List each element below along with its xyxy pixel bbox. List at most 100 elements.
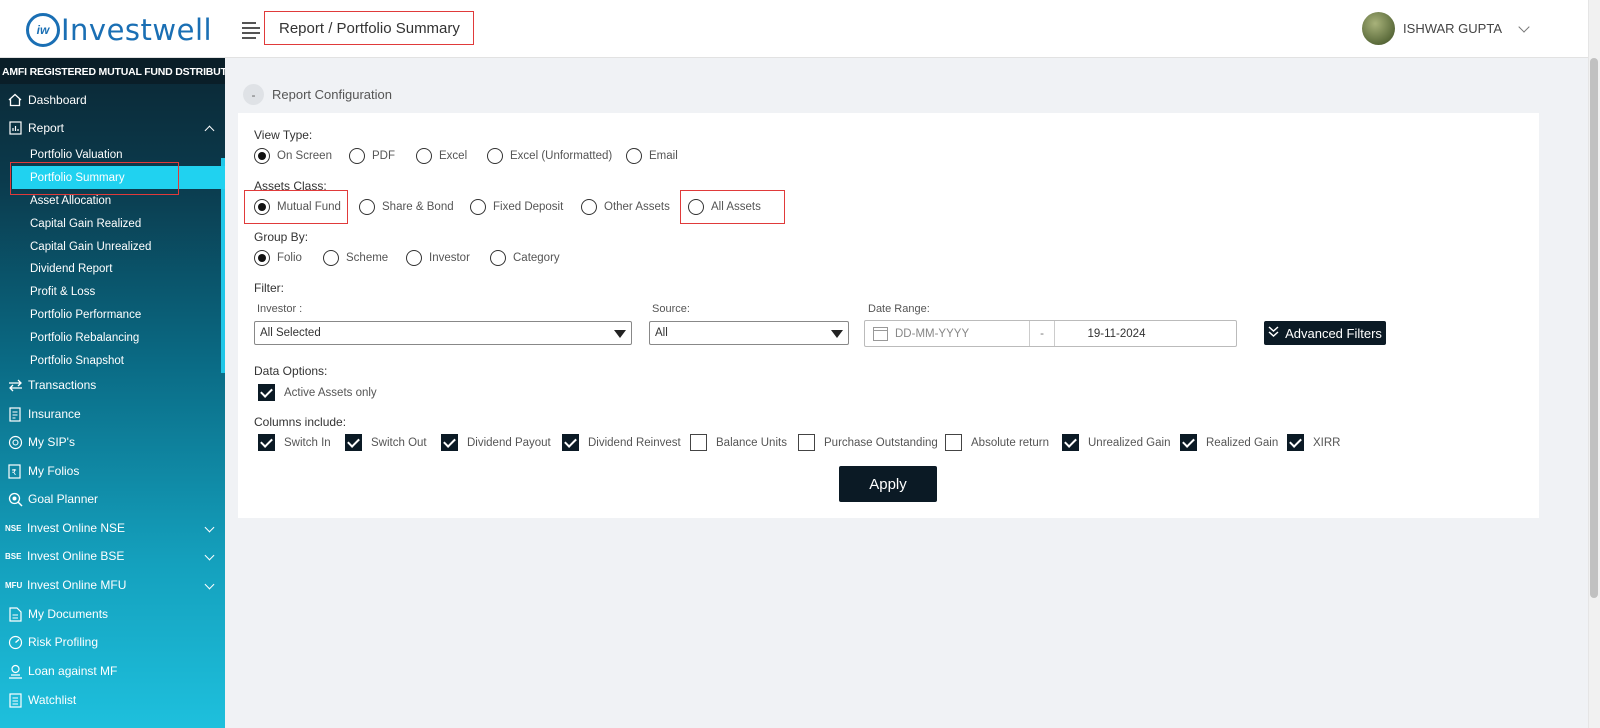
sidebar-subitem-dividend-report[interactable]: Dividend Report (30, 258, 112, 280)
radio-dot[interactable] (688, 199, 704, 215)
radio-dot[interactable] (349, 148, 365, 164)
radio-dot[interactable] (487, 148, 503, 164)
sidebar-subitem-portfolio-performance[interactable]: Portfolio Performance (30, 304, 141, 326)
sidebar-item-invest-bse[interactable]: BSE Invest Online BSE (0, 542, 225, 570)
radio-email[interactable]: Email (626, 148, 678, 164)
sidebar-item-report[interactable]: Report (0, 114, 225, 142)
chevron-down-icon (204, 550, 215, 561)
checkbox-box[interactable] (441, 434, 458, 451)
checkbox-box[interactable] (562, 434, 579, 451)
user-menu[interactable]: ISHWAR GUPTA (1362, 12, 1530, 45)
checkbox-active-assets-only[interactable]: Active Assets only (258, 384, 377, 401)
sidebar-subitem-portfolio-rebalancing[interactable]: Portfolio Rebalancing (30, 327, 139, 349)
scrollbar-thumb[interactable] (1590, 58, 1598, 598)
sidebar: AMFI REGISTERED MUTUAL FUND DSTRIBUTOR D… (0, 58, 225, 728)
radio-on-screen[interactable]: On Screen (254, 148, 332, 164)
date-range-picker[interactable]: DD-MM-YYYY - 19-11-2024 (864, 320, 1237, 347)
sidebar-subitem-asset-allocation[interactable]: Asset Allocation (30, 190, 111, 212)
sidebar-item-transactions[interactable]: Transactions (0, 371, 225, 399)
investor-select[interactable]: All Selected (254, 321, 632, 345)
radio-investor[interactable]: Investor (406, 250, 470, 266)
radio-dot[interactable] (359, 199, 375, 215)
date-to-input[interactable]: 19-11-2024 (1055, 328, 1236, 340)
date-from-input[interactable]: DD-MM-YYYY (895, 328, 1029, 340)
radio-dot[interactable] (254, 199, 270, 215)
checkbox-realized-gain[interactable]: Realized Gain (1180, 434, 1278, 451)
sidebar-subitem-profit-loss[interactable]: Profit & Loss (30, 281, 95, 303)
report-configuration-header[interactable]: - Report Configuration (243, 84, 392, 105)
checkbox-box[interactable] (798, 434, 815, 451)
sidebar-item-label: Dashboard (28, 93, 87, 107)
goal-search-icon (7, 491, 23, 507)
investwell-logo[interactable]: iw Investwell (26, 13, 212, 47)
sidebar-item-insurance[interactable]: Insurance (0, 400, 225, 428)
checkbox-box[interactable] (258, 434, 275, 451)
sidebar-item-risk-profiling[interactable]: Risk Profiling (0, 628, 225, 656)
checkbox-box[interactable] (258, 384, 275, 401)
radio-dot[interactable] (254, 250, 270, 266)
checkbox-box[interactable] (1287, 434, 1304, 451)
checkbox-switch-in[interactable]: Switch In (258, 434, 331, 451)
sidebar-subitem-capital-gain-realized[interactable]: Capital Gain Realized (30, 213, 141, 235)
radio-dot[interactable] (490, 250, 506, 266)
radio-label: Scheme (346, 252, 389, 264)
collapse-toggle-icon[interactable]: - (243, 84, 264, 105)
checkbox-box[interactable] (345, 434, 362, 451)
sidebar-subitem-portfolio-summary[interactable]: Portfolio Summary (30, 167, 125, 189)
sidebar-item-dashboard[interactable]: Dashboard (0, 86, 225, 114)
sidebar-item-my-folios[interactable]: ₹ My Folios (0, 457, 225, 485)
radio-dot[interactable] (581, 199, 597, 215)
checkbox-box[interactable] (1180, 434, 1197, 451)
sidebar-subitem-capital-gain-unrealized[interactable]: Capital Gain Unrealized (30, 236, 151, 258)
checkbox-unrealized-gain[interactable]: Unrealized Gain (1062, 434, 1170, 451)
sidebar-item-my-sips[interactable]: My SIP's (0, 428, 225, 456)
radio-pdf[interactable]: PDF (349, 148, 395, 164)
sidebar-item-my-documents[interactable]: My Documents (0, 600, 225, 628)
apply-button[interactable]: Apply (839, 466, 937, 502)
radio-fixed-deposit[interactable]: Fixed Deposit (470, 199, 563, 215)
radio-dot[interactable] (323, 250, 339, 266)
radio-other-assets[interactable]: Other Assets (581, 199, 670, 215)
radio-mutual-fund[interactable]: Mutual Fund (254, 199, 341, 215)
avatar[interactable] (1362, 12, 1396, 45)
sidebar-item-loan-against-mf[interactable]: Loan against MF (0, 657, 225, 685)
checkbox-box[interactable] (690, 434, 707, 451)
radio-dot[interactable] (626, 148, 642, 164)
sidebar-item-invest-mfu[interactable]: MFU Invest Online MFU (0, 571, 225, 599)
sidebar-subitem-portfolio-snapshot[interactable]: Portfolio Snapshot (30, 350, 124, 372)
user-name[interactable]: ISHWAR GUPTA (1403, 21, 1502, 36)
radio-label: On Screen (277, 150, 332, 162)
checkbox-box[interactable] (1062, 434, 1079, 451)
radio-folio[interactable]: Folio (254, 250, 302, 266)
radio-excel[interactable]: Excel (416, 148, 467, 164)
checkbox-switch-out[interactable]: Switch Out (345, 434, 427, 451)
radio-excel-unformatted[interactable]: Excel (Unformatted) (487, 148, 612, 164)
source-select[interactable]: All (649, 321, 849, 345)
calendar-icon[interactable] (873, 326, 888, 341)
radio-dot[interactable] (406, 250, 422, 266)
sidebar-item-invest-nse[interactable]: NSE Invest Online NSE (0, 514, 225, 542)
radio-all-assets[interactable]: All Assets (688, 199, 761, 215)
advanced-filters-button[interactable]: Advanced Filters (1264, 321, 1386, 345)
radio-dot[interactable] (254, 148, 270, 164)
sidebar-item-watchlist[interactable]: Watchlist (0, 686, 225, 714)
hamburger-menu-icon[interactable] (242, 22, 260, 39)
checkbox-label: Unrealized Gain (1088, 436, 1171, 449)
checkbox-purchase-outstanding[interactable]: Purchase Outstanding (798, 434, 938, 451)
page-scrollbar[interactable] (1588, 0, 1600, 728)
sidebar-item-goal-planner[interactable]: Goal Planner (0, 485, 225, 513)
checkbox-absolute-return[interactable]: Absolute return (945, 434, 1049, 451)
chevron-down-icon[interactable] (1518, 20, 1530, 33)
radio-dot[interactable] (470, 199, 486, 215)
radio-share-bond[interactable]: Share & Bond (359, 199, 454, 215)
checkbox-dividend-reinvest[interactable]: Dividend Reinvest (562, 434, 681, 451)
radio-dot[interactable] (416, 148, 432, 164)
radio-scheme[interactable]: Scheme (323, 250, 388, 266)
sidebar-subitem-portfolio-valuation[interactable]: Portfolio Valuation (30, 144, 122, 166)
checkbox-box[interactable] (945, 434, 962, 451)
checkbox-balance-units[interactable]: Balance Units (690, 434, 787, 451)
checkbox-dividend-payout[interactable]: Dividend Payout (441, 434, 551, 451)
checkbox-xirr[interactable]: XIRR (1287, 434, 1340, 451)
radio-category[interactable]: Category (490, 250, 560, 266)
group-by-label: Group By: (254, 230, 309, 244)
